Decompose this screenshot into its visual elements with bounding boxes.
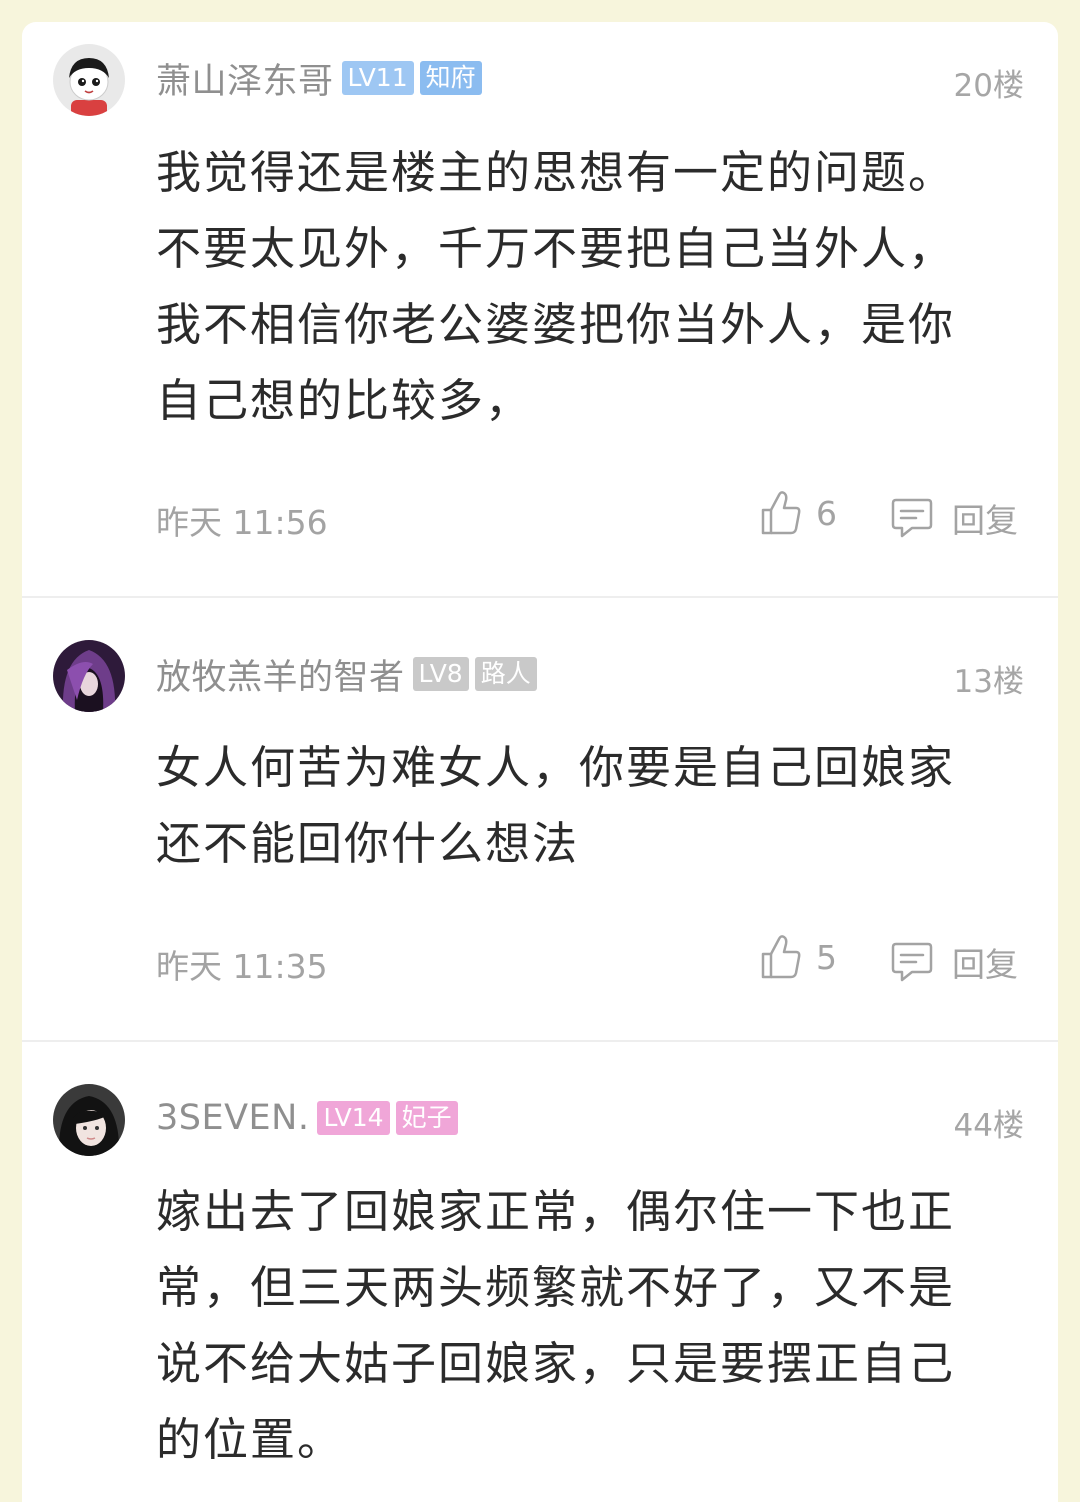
reply-button[interactable]: 回复: [890, 494, 1018, 542]
level-badge: LV14: [317, 1101, 390, 1135]
comment-text-line: 不要太见外，千万不要把自己当外人，: [156, 222, 956, 275]
comment-list-card: 萧山泽东哥 LV11 知府 20楼 我觉得还是楼主的思想有一定的问题。 不要太见…: [22, 22, 1058, 1502]
comment-bubble-icon: [891, 498, 933, 538]
comment-text-line: 还不能回你什么想法: [156, 817, 580, 870]
comment-text: 女人何苦为难女人，你要是自己回娘家 还不能回你什么想法: [156, 730, 996, 882]
like-count: 5: [816, 937, 837, 977]
comment-text: 嫁出去了回娘家正常，偶尔住一下也正 常，但三天两头频繁就不好了，又不是 说不给大…: [156, 1174, 996, 1478]
comment-header: 萧山泽东哥 LV11 知府: [156, 53, 482, 103]
comment-text-line: 的位置。: [156, 1413, 345, 1466]
floor-number: 13楼: [953, 664, 1024, 700]
comment-header: 放牧羔羊的智者 LV8 路人: [156, 649, 537, 699]
timestamp: 昨天 11:56: [156, 503, 328, 542]
username[interactable]: 放牧羔羊的智者: [156, 649, 405, 700]
title-badge: 妃子: [395, 1101, 458, 1135]
reply-label: 回复: [952, 501, 1018, 540]
comment-text-line: 嫁出去了回娘家正常，偶尔住一下也正: [156, 1185, 956, 1238]
comment-text-line: 我不相信你老公婆婆把你当外人，是你: [156, 298, 956, 351]
floor-number: 20楼: [953, 68, 1024, 104]
title-badge: 路人: [474, 657, 537, 691]
comment-text-line: 常，但三天两头频繁就不好了，又不是: [156, 1261, 956, 1314]
level-badge: LV11: [341, 61, 414, 95]
thumbs-up-icon: [761, 935, 801, 979]
girl-photo-avatar[interactable]: [53, 1084, 125, 1156]
cartoon-boy-avatar[interactable]: [53, 44, 125, 116]
comment-text-line: 我觉得还是楼主的思想有一定的问题。: [156, 146, 956, 199]
divider: [22, 596, 1058, 598]
like-count: 6: [816, 493, 837, 533]
comment-header: 3SEVEN. LV14 妃子: [156, 1093, 458, 1143]
comment-text: 我觉得还是楼主的思想有一定的问题。 不要太见外，千万不要把自己当外人， 我不相信…: [156, 135, 996, 439]
reply-label: 回复: [952, 945, 1018, 984]
comment-text-line: 女人何苦为难女人，你要是自己回娘家: [156, 741, 956, 794]
timestamp: 昨天 11:35: [156, 947, 328, 986]
thumbs-up-icon: [761, 491, 801, 535]
comment-text-line: 说不给大姑子回娘家，只是要摆正自己: [156, 1337, 956, 1390]
title-badge: 知府: [419, 61, 482, 95]
reply-button[interactable]: 回复: [890, 938, 1018, 986]
floor-number: 44楼: [953, 1108, 1024, 1144]
like-button[interactable]: 5: [760, 934, 837, 980]
like-button[interactable]: 6: [760, 490, 837, 536]
username[interactable]: 3SEVEN.: [156, 1098, 309, 1138]
divider: [22, 1040, 1058, 1042]
comment-bubble-icon: [891, 942, 933, 982]
username[interactable]: 萧山泽东哥: [156, 53, 334, 104]
level-badge: LV8: [412, 657, 469, 691]
purple-hair-avatar[interactable]: [53, 640, 125, 712]
comment-text-line: 自己想的比较多，: [156, 374, 533, 427]
